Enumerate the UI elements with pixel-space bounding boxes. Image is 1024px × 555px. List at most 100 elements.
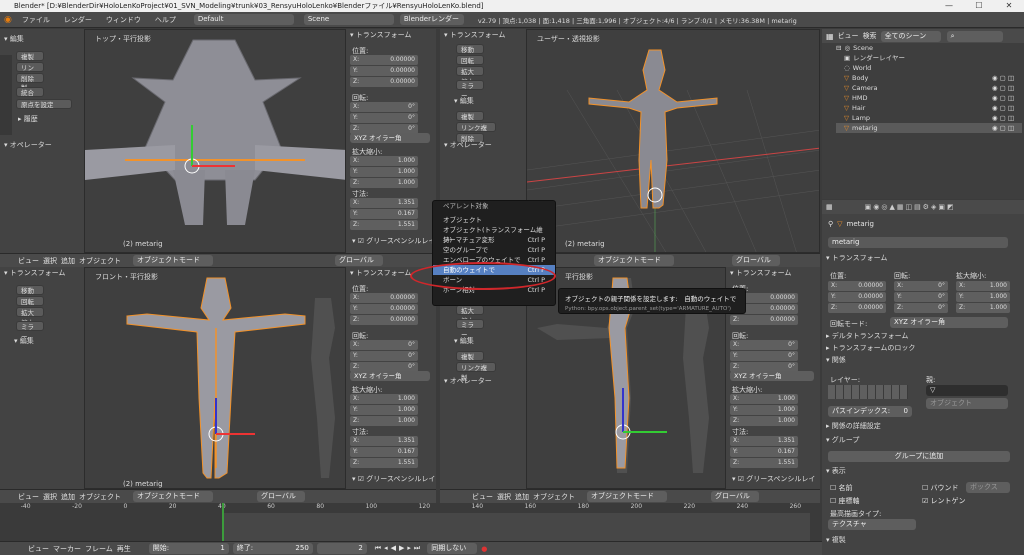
link-duplicate-button-tr[interactable]: リンク複製 (456, 122, 496, 142)
rot-y-field[interactable]: Y: 0° (350, 113, 418, 123)
operator-header-br[interactable]: ▾ オペレーター (440, 375, 492, 387)
visibility-icon[interactable]: ◉ ▢ ◫ (992, 103, 1014, 113)
loc-y-field[interactable]: Y:0.00000 (350, 304, 418, 314)
select-menu[interactable]: 選択 (497, 492, 511, 502)
minimize-button[interactable]: — (934, 0, 964, 12)
dim-z-field[interactable]: Z: 1.551 (350, 458, 418, 468)
grease-pencil-header[interactable]: ▾ ☑ グリースペンシルレイ (732, 474, 815, 484)
edit-header-bl[interactable]: ▾ 編集 (10, 335, 34, 347)
view-menu[interactable]: ビュー (18, 492, 39, 502)
dim-z-field[interactable]: Z: 1.551 (350, 220, 418, 230)
outliner-row-camera[interactable]: ▽ Camera ◉ ▢ ◫ (836, 83, 1022, 93)
loc-z-field[interactable]: Z: 0.00000 (730, 315, 798, 325)
mode-select[interactable]: オブジェクトモード (587, 491, 667, 502)
pin-icon[interactable]: ⚲ (828, 220, 833, 228)
editor-type-icon[interactable]: ▦ (826, 203, 833, 211)
record-button[interactable]: ● (481, 545, 487, 553)
outliner-row-world[interactable]: ◌ World (836, 63, 1022, 73)
visibility-icon[interactable]: ◉ ▢ ◫ (992, 113, 1014, 123)
display-section[interactable]: ▾ 表示 (822, 466, 846, 477)
grease-pencil-header[interactable]: ▾ ☑ グリースペンシルレイ (352, 474, 435, 484)
scale-z-field[interactable]: Z: 1.000 (730, 416, 798, 426)
menu-item-empty-groups[interactable]: 空のグループで Ctrl P (433, 245, 555, 255)
rot-y-field[interactable]: Y: 0° (730, 351, 798, 361)
viewport-bottom-left[interactable]: フロント・平行投影 (2) metarig (84, 267, 346, 489)
dim-x-field[interactable]: X: 1.351 (730, 436, 798, 446)
loc-z-field[interactable]: Z: 0.00000 (350, 77, 418, 87)
outliner-search-menu[interactable]: 検索 (863, 31, 877, 41)
viewport-top-left[interactable]: トップ・平行投影 (2) metarig (84, 29, 346, 253)
menu-item-object[interactable]: オブジェクト (433, 215, 555, 225)
menu-window[interactable]: ウィンドウ (102, 15, 145, 25)
duplication-section[interactable]: ▾ 複製 (822, 535, 846, 546)
add-menu[interactable]: 追加 (61, 256, 75, 266)
grease-pencil-header[interactable]: ▾ ☑ グリースペンシルレイ (352, 236, 435, 246)
rot-x-field[interactable]: X: 0° (350, 340, 418, 350)
blender-logo-icon[interactable]: ◉ (4, 15, 12, 25)
delete-button[interactable]: 削除 (16, 73, 44, 83)
scale-button-br[interactable]: 拡大縮小 (456, 305, 484, 325)
loc-x-field[interactable]: X:0.00000 (350, 55, 418, 65)
scene-select[interactable]: Scene (303, 14, 394, 25)
mirror-button-br[interactable]: ミラー (456, 319, 484, 339)
frame-menu[interactable]: フレーム (85, 544, 113, 554)
dim-x-field[interactable]: X: 1.351 (350, 198, 418, 208)
display-mode-select[interactable]: 全てのシーン (880, 30, 941, 42)
prop-scale-x[interactable]: X: 1.000 (956, 281, 1010, 291)
scale-z-field[interactable]: Z: 1.000 (350, 178, 418, 188)
select-menu[interactable]: 選択 (43, 492, 57, 502)
start-frame-field[interactable]: 開始: 1 (148, 543, 229, 554)
bounds-checkbox[interactable]: ☐ バウンド (922, 483, 959, 493)
scale-x-field[interactable]: X: 1.000 (730, 394, 798, 404)
edit-header-br[interactable]: ▾ 編集 (450, 335, 474, 347)
prop-loc-z[interactable]: Z: 0.00000 (828, 303, 886, 313)
scale-button-bl[interactable]: 拡大縮小 (16, 307, 44, 327)
rotation-mode-select[interactable]: XYZ オイラー角 (890, 317, 1008, 328)
rotate-button[interactable]: 回転 (456, 55, 484, 65)
mode-select[interactable]: オブジェクトモード (133, 255, 213, 266)
orientation-select[interactable]: グローバル (335, 255, 383, 266)
add-menu[interactable]: 追加 (61, 492, 75, 502)
scale-y-field[interactable]: Y: 1.000 (350, 405, 418, 415)
mode-select[interactable]: オブジェクトモード (594, 255, 674, 266)
euler-select[interactable]: XYZ オイラー角 (350, 371, 430, 381)
outliner-row-metarig[interactable]: ▽ metarig ◉ ▢ ◫ (836, 123, 1022, 133)
prop-scale-y[interactable]: Y: 1.000 (956, 292, 1010, 302)
scale-x-field[interactable]: X: 1.000 (350, 156, 418, 166)
maximize-button[interactable]: ☐ (964, 0, 994, 12)
dim-y-field[interactable]: Y: 0.167 (730, 447, 798, 457)
transform-tools-header[interactable]: ▾ トランスフォーム (440, 29, 526, 41)
parent-type-select[interactable]: オブジェクト (926, 398, 1008, 409)
relations-extra-section[interactable]: ▸ 関係の詳細設定 (822, 421, 881, 432)
menu-help[interactable]: ヘルプ (151, 15, 180, 25)
transform-header[interactable]: ▾ トランスフォーム (346, 29, 436, 41)
visibility-icon[interactable]: ◉ ▢ ◫ (992, 123, 1014, 133)
prop-scale-z[interactable]: Z: 1.000 (956, 303, 1010, 313)
orientation-select[interactable]: グローバル (732, 255, 780, 266)
outliner-row-body[interactable]: ▽ Body ◉ ▢ ◫ (836, 73, 1022, 83)
mode-select[interactable]: オブジェクトモード (133, 491, 213, 502)
duplicate-button-tr[interactable]: 複製 (456, 111, 484, 121)
dim-y-field[interactable]: Y: 0.167 (350, 209, 418, 219)
playback-menu[interactable]: 再生 (117, 544, 131, 554)
timeline[interactable]: -40-200204060801001201401601802002202402… (0, 503, 822, 541)
outliner-search-field[interactable]: ⌕ (946, 30, 1003, 42)
outliner-row-scene[interactable]: ⊟ ◎ Scene (836, 43, 1022, 53)
loc-z-field[interactable]: Z: 0.00000 (350, 315, 418, 325)
close-button[interactable]: ✕ (994, 0, 1024, 12)
current-frame-line[interactable] (222, 503, 224, 541)
toolshelf-tabs[interactable] (0, 55, 12, 135)
mirror-button[interactable]: ミラー (456, 80, 484, 100)
scale-y-field[interactable]: Y: 1.000 (350, 167, 418, 177)
loc-x-field[interactable]: X:0.00000 (350, 293, 418, 303)
playback-controls[interactable]: ⏮◂◀▶▸⏭ (375, 544, 423, 553)
rot-x-field[interactable]: X: 0° (350, 102, 418, 112)
outliner-row-lamp[interactable]: ▽ Lamp ◉ ▢ ◫ (836, 113, 1022, 123)
editor-type-icon[interactable]: ▦ (826, 32, 834, 41)
loc-y-field[interactable]: Y:0.00000 (350, 66, 418, 76)
visibility-icon[interactable]: ◉ ▢ ◫ (992, 93, 1014, 103)
properties-tabs[interactable]: ▣◉◎▲▦◫▤⚙◈▣◩ (865, 203, 956, 211)
rot-x-field[interactable]: X: 0° (730, 340, 798, 350)
menu-item-object-keep-transform[interactable]: オブジェクト(トランスフォーム維持) (433, 225, 555, 244)
menu-file[interactable]: ファイル (18, 15, 54, 25)
